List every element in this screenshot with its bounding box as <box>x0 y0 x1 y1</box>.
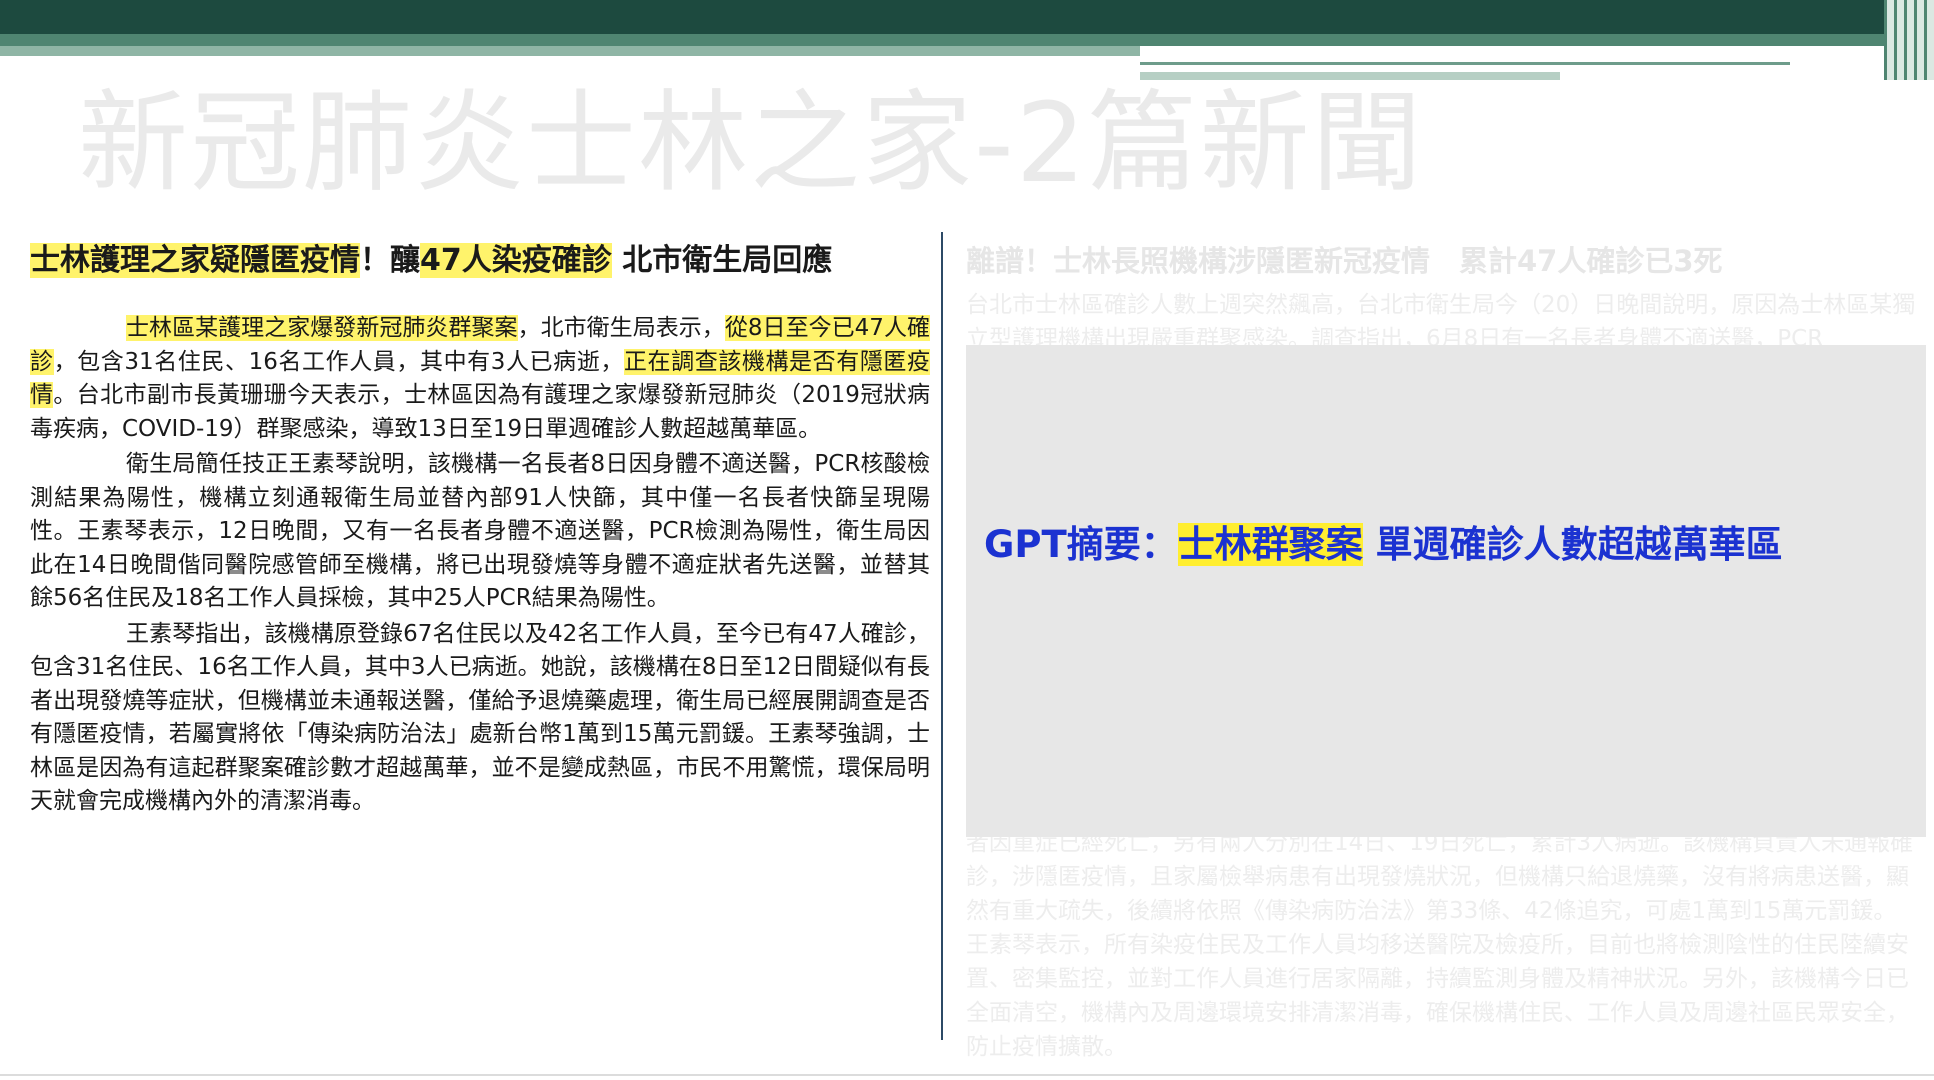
text-segment: ，北市衛生局表示， <box>517 315 725 341</box>
article-paragraph: 士林區某護理之家爆發新冠肺炎群聚案，北市衛生局表示，從8日至今已47人確診，包含… <box>30 312 931 446</box>
top-stripe-thin <box>1140 62 1790 65</box>
text-segment: 衛生局簡任技正王素琴說明，該機構一名長者8日因身體不適送醫，PCR核酸檢測結果為… <box>30 451 930 611</box>
right-article-headline: 離譜！士林長照機構涉隱匿新冠疫情 累計47人確診已3死 <box>966 244 1723 278</box>
right-article-bottom: 者因重症已經死亡，另有兩人分別在14日、19日死亡，累計3人病逝。該機構負責人未… <box>966 826 1916 1064</box>
slide-title: 新冠肺炎士林之家-2篇新聞 <box>78 79 1424 207</box>
highlighted-text: 47人染疫確診 <box>420 243 612 278</box>
top-stripe-light <box>0 46 1140 56</box>
top-stripe <box>0 34 1934 46</box>
text-segment: ，包含31名住民、16名工作人員，其中有3人已病逝， <box>53 348 624 375</box>
right-article-bottom-text: 者因重症已經死亡，另有兩人分別在14日、19日死亡，累計3人病逝。該機構負責人未… <box>966 830 1914 1060</box>
gpt-summary-rest: 單週確診人數超越萬華區 <box>1362 523 1783 566</box>
left-article-body: 士林區某護理之家爆發新冠肺炎群聚案，北市衛生局表示，從8日至今已47人確診，包含… <box>30 312 931 819</box>
left-article: 士林護理之家疑隱匿疫情！釀47人染疫確診 北市衛生局回應 士林區某護理之家爆發新… <box>30 238 931 821</box>
text-segment: 王素琴指出，該機構原登錄67名住民以及42名工作人員，至今已有47人確診，包含3… <box>30 620 930 815</box>
top-bar <box>0 0 1934 34</box>
column-divider <box>941 232 943 1040</box>
text-segment: 。台北市副市長黃珊珊今天表示，士林區因為有護理之家爆發新冠肺炎（2019冠狀病毒… <box>30 382 930 442</box>
article-paragraph: 王素琴指出，該機構原登錄67名住民以及42名工作人員，至今已有47人確診，包含3… <box>30 618 930 819</box>
text-segment: 北市衛生局回應 <box>611 243 833 278</box>
left-article-headline: 士林護理之家疑隱匿疫情！釀47人染疫確診 北市衛生局回應 <box>30 238 930 284</box>
gpt-summary-prefix: GPT摘要： <box>984 523 1178 566</box>
corner-pattern <box>1884 0 1934 80</box>
highlighted-text: 士林護理之家疑隱匿疫情 <box>30 243 360 278</box>
right-article: 離譜！士林長照機構涉隱匿新冠疫情 累計47人確診已3死 台北市士林區確診人數上週… <box>966 238 1916 356</box>
gpt-summary: GPT摘要：士林群聚案 單週確診人數超越萬華區 <box>984 517 1783 573</box>
bottom-line <box>0 1074 1934 1076</box>
text-segment: ！釀 <box>360 243 420 278</box>
article-paragraph: 衛生局簡任技正王素琴說明，該機構一名長者8日因身體不適送醫，PCR核酸檢測結果為… <box>30 448 930 616</box>
summary-overlay-box <box>966 345 1926 837</box>
gpt-summary-highlight: 士林群聚案 <box>1177 523 1363 566</box>
highlighted-text: 士林區某護理之家爆發新冠肺炎群聚案 <box>126 315 518 341</box>
